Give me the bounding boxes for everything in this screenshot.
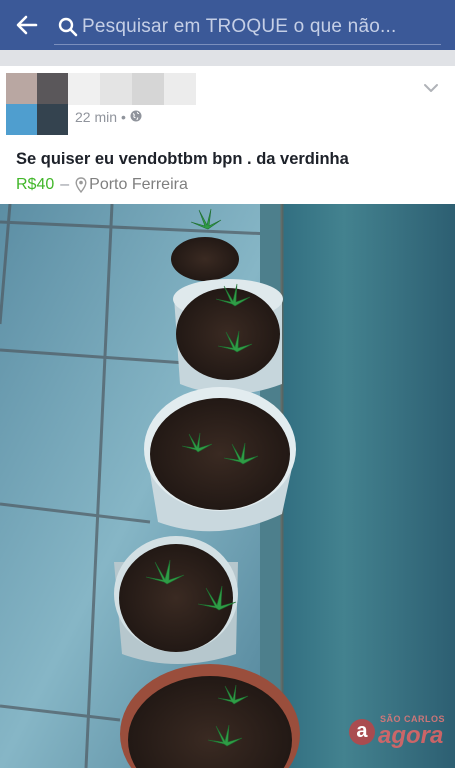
post-card: 22 min • Se quiser eu vendobtbm bpn . da… xyxy=(0,66,455,768)
price: R$40 xyxy=(16,176,55,193)
post-photo[interactable]: a SÃO CARLOS agora xyxy=(0,204,455,768)
top-bar: Pesquisar em TROQUE o que não... xyxy=(0,0,455,50)
watermark: a SÃO CARLOS agora xyxy=(348,715,445,749)
search-icon xyxy=(54,17,82,37)
post-text: Se quiser eu vendobtbm bpn . da verdinha xyxy=(16,150,349,168)
separator xyxy=(0,50,455,66)
author-name-blurred-2 xyxy=(100,73,132,105)
price-location-row: R$40 – Porto Ferreira xyxy=(16,176,188,194)
post-time[interactable]: 22 min xyxy=(75,109,117,125)
separator-dash: – xyxy=(60,176,70,193)
author-name-blurred-4 xyxy=(164,73,196,105)
meta-dot: • xyxy=(121,109,126,125)
back-arrow-icon[interactable] xyxy=(0,0,54,50)
watermark-name: agora xyxy=(377,722,444,749)
author-name-blurred-3 xyxy=(132,73,164,105)
globe-icon xyxy=(130,109,142,125)
watermark-logo-mark: a xyxy=(348,718,375,745)
search-placeholder: Pesquisar em TROQUE o que não... xyxy=(82,15,397,37)
search-input[interactable]: Pesquisar em TROQUE o que não... xyxy=(54,10,441,45)
location[interactable]: Porto Ferreira xyxy=(89,176,188,194)
location-pin-icon xyxy=(75,177,87,194)
avatar[interactable] xyxy=(6,73,68,135)
post-meta: 22 min • xyxy=(75,109,142,125)
photo-illustration xyxy=(0,204,455,768)
author-name-blurred[interactable] xyxy=(68,73,100,105)
chevron-down-icon[interactable] xyxy=(423,80,439,96)
